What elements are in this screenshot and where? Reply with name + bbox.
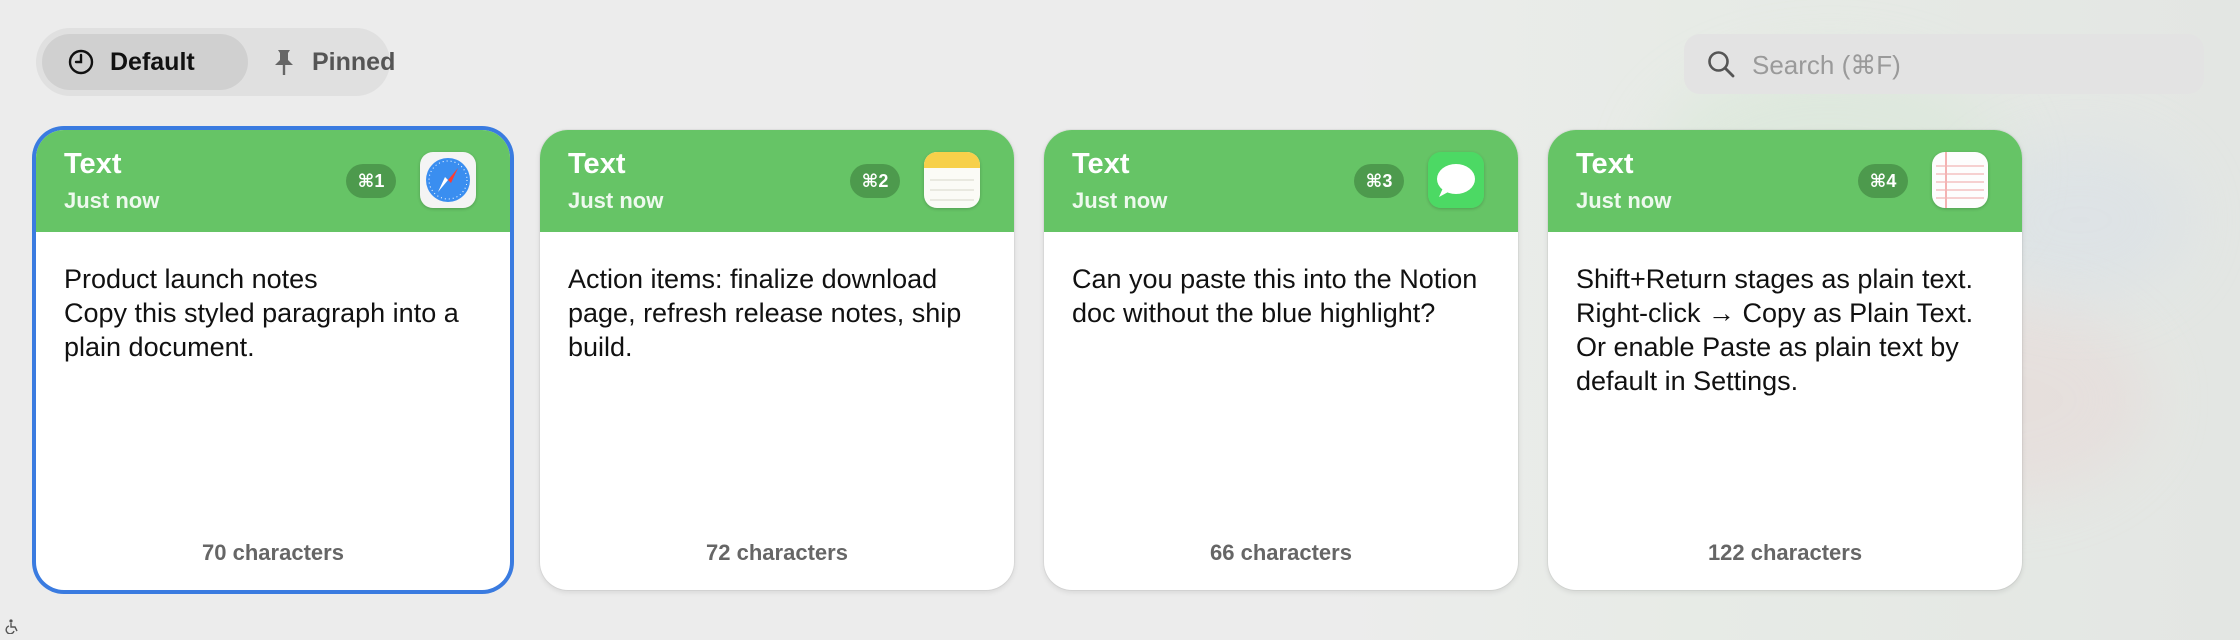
character-count: 72 characters (706, 540, 848, 565)
character-count: 122 characters (1707, 540, 1863, 565)
shortcut-badge: ⌘1 (346, 164, 396, 198)
accessibility-icon (4, 618, 20, 635)
character-count: 66 characters (1210, 540, 1352, 565)
card-time: Just now (1072, 188, 1168, 213)
pinned-tab-label: Pinned (312, 47, 396, 76)
card-header: Text Just now ⌘2 (540, 130, 1014, 232)
clock-icon (66, 47, 96, 77)
card-header: Text Just now ⌘4 (1548, 130, 2022, 232)
textedit-icon (1932, 152, 1988, 208)
card-header: Text Just now ⌘3 (1044, 130, 1518, 232)
card-preview-text: Can you paste this into the Notion doc w… (1072, 264, 1478, 328)
card-type: Text (1576, 148, 1634, 180)
card-type: Text (1072, 148, 1130, 180)
shortcut-badge: ⌘3 (1354, 164, 1404, 198)
default-tab-label: Default (110, 47, 195, 76)
card-type: Text (568, 148, 626, 180)
card-header: Text Just now ⌘1 (36, 130, 510, 232)
search-icon (1706, 49, 1736, 79)
shortcut-badge: ⌘4 (1858, 164, 1908, 198)
card-preview-text: Shift+Return stages as plain text. Right… (1576, 264, 1974, 396)
card-preview-text: Product launch notes Copy this styled pa… (64, 264, 459, 362)
clipboard-card[interactable]: Text Just now ⌘2 Action items: finalize … (540, 130, 1014, 590)
clipboard-card[interactable]: Text Just now ⌘3 Can you paste this into… (1044, 130, 1518, 590)
character-count: 70 characters (202, 540, 344, 565)
clipboard-card[interactable]: Text Just now ⌘4 Shift+Return stages as … (1548, 130, 2022, 590)
card-time: Just now (568, 188, 664, 213)
default-tab[interactable]: Default (42, 34, 248, 90)
clipboard-card[interactable]: Text Just now ⌘1 Product launch notes Co… (36, 130, 510, 590)
safari-icon (420, 152, 476, 208)
search-input[interactable] (1750, 34, 2174, 96)
card-time: Just now (1576, 188, 1672, 213)
card-preview-text: Action items: finalize download page, re… (568, 264, 962, 362)
shortcut-badge: ⌘2 (850, 164, 900, 198)
messages-icon (1428, 152, 1484, 208)
pin-icon (270, 47, 298, 77)
view-mode-segmented-control: Default Pinned (36, 28, 395, 96)
pinned-tab[interactable]: Pinned (256, 34, 395, 90)
search-field[interactable] (1684, 34, 2204, 96)
notes-icon (924, 152, 980, 208)
card-time: Just now (64, 188, 160, 213)
card-type: Text (64, 148, 122, 180)
